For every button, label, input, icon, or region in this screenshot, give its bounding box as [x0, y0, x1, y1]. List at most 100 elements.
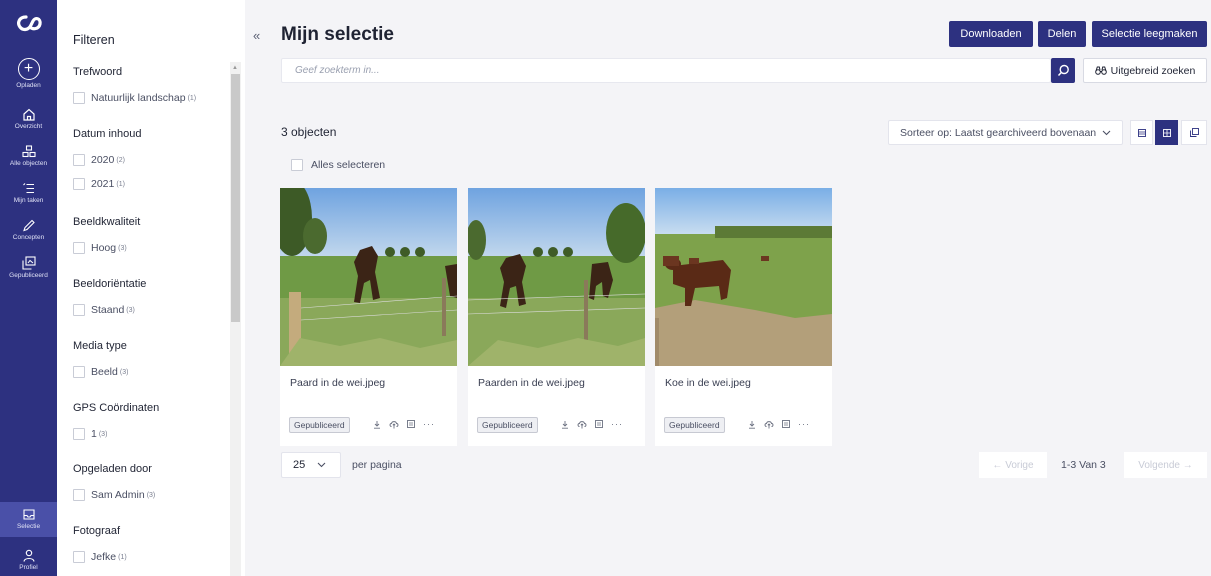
- filter-option[interactable]: 2020 (2): [73, 154, 142, 166]
- collapse-filters-icon[interactable]: «: [253, 28, 260, 43]
- cloud-upload-icon[interactable]: [389, 420, 399, 429]
- nav-concepts[interactable]: Concepten: [0, 219, 57, 242]
- filter-group-title: Trefwoord: [73, 66, 123, 78]
- tasks-icon: [22, 183, 34, 194]
- asset-name: Paarden in de wei.jpeg: [478, 377, 585, 389]
- checkbox[interactable]: [73, 366, 85, 378]
- checkbox[interactable]: [73, 551, 85, 563]
- grid-view-toggle[interactable]: [1155, 120, 1178, 145]
- filter-option[interactable]: 2021 (1): [73, 178, 142, 190]
- asset-thumbnail[interactable]: [655, 188, 832, 366]
- pagination-info: 1-3 Van 3: [1061, 459, 1106, 471]
- app-logo[interactable]: [14, 12, 44, 36]
- nav-overview[interactable]: Overzicht: [0, 108, 57, 131]
- checkbox[interactable]: [73, 489, 85, 501]
- asset-actions: ···: [561, 419, 623, 429]
- filter-group-title: Beeldoriëntatie: [73, 278, 147, 290]
- nav-my-tasks[interactable]: Mijn taken: [0, 182, 57, 205]
- checkbox[interactable]: [73, 154, 85, 166]
- selection-icon[interactable]: [407, 420, 415, 428]
- filter-group-title: Datum inhoud: [73, 128, 142, 140]
- scroll-thumb[interactable]: [231, 74, 240, 322]
- asset-card[interactable]: Paard in de wei.jpeg Gepubliceerd ···: [280, 188, 457, 446]
- next-page-button[interactable]: Volgende →: [1124, 452, 1207, 478]
- nav-published[interactable]: Gepubliceerd: [0, 256, 57, 280]
- filter-option[interactable]: Jefke (1): [73, 551, 127, 563]
- published-icon: [21, 256, 36, 270]
- filter-panel: Filteren Trefwoord Natuurlijk landschap(…: [57, 0, 245, 576]
- checkbox[interactable]: [73, 92, 85, 104]
- asset-actions: ···: [373, 419, 435, 429]
- checkbox[interactable]: [291, 159, 303, 171]
- filter-group-media-type: Media type Beeld (3): [73, 340, 128, 378]
- nav-profile[interactable]: Profiel: [0, 549, 57, 572]
- search-field: [281, 58, 1051, 83]
- asset-thumbnail[interactable]: [468, 188, 645, 366]
- nav-selection[interactable]: Selectie: [0, 502, 57, 537]
- scroll-up-arrow-icon[interactable]: ▲: [232, 65, 238, 71]
- filter-group-title: Media type: [73, 340, 127, 352]
- filter-option[interactable]: 1 (3): [73, 428, 159, 440]
- advanced-search-button[interactable]: Uitgebreid zoeken: [1083, 58, 1207, 83]
- nav-upload[interactable]: + Opladen: [0, 58, 57, 90]
- selection-icon[interactable]: [595, 420, 603, 428]
- pencil-icon: [22, 219, 35, 232]
- sort-dropdown[interactable]: Sorteer op: Laatst gearchiveerd bovenaan: [888, 120, 1123, 145]
- filter-group-uploaded-by: Opgeladen door Sam Admin (3): [73, 463, 155, 501]
- filter-group-title: Opgeladen door: [73, 463, 152, 475]
- select-all-checkbox[interactable]: Alles selecteren: [291, 159, 385, 171]
- previous-page-button[interactable]: ← Vorige: [979, 452, 1047, 478]
- chevron-down-icon: [317, 462, 326, 468]
- asset-card[interactable]: Koe in de wei.jpeg Gepubliceerd ···: [655, 188, 832, 446]
- checkbox[interactable]: [73, 304, 85, 316]
- list-view-icon: [1137, 128, 1146, 137]
- page-title: Mijn selectie: [281, 24, 394, 45]
- asset-name: Paard in de wei.jpeg: [290, 377, 386, 389]
- filter-option[interactable]: Hoog (3): [73, 242, 140, 254]
- download-icon[interactable]: [748, 420, 756, 429]
- status-badge: Gepubliceerd: [664, 417, 725, 433]
- clear-selection-button[interactable]: Selectie leegmaken: [1092, 21, 1207, 47]
- user-icon: [22, 549, 35, 562]
- asset-card[interactable]: Paarden in de wei.jpeg Gepubliceerd ···: [468, 188, 645, 446]
- selection-icon[interactable]: [782, 420, 790, 428]
- chevron-down-icon: [1102, 130, 1111, 135]
- nav-all-objects[interactable]: Alle objecten: [0, 145, 57, 168]
- filter-group-title: Beeldkwaliteit: [73, 216, 141, 228]
- more-options-icon[interactable]: ···: [611, 419, 623, 429]
- filter-option[interactable]: Staand (3): [73, 304, 146, 316]
- asset-thumbnail[interactable]: [280, 188, 457, 366]
- filter-option[interactable]: Beeld (3): [73, 366, 128, 378]
- checkbox[interactable]: [73, 428, 85, 440]
- checkbox[interactable]: [73, 178, 85, 190]
- gallery-view-toggle[interactable]: [1181, 120, 1207, 145]
- search-input[interactable]: [282, 59, 1050, 82]
- per-page-label: per pagina: [352, 459, 402, 471]
- filter-group-title: GPS Coördinaten: [73, 402, 160, 414]
- filter-group-quality: Beeldkwaliteit Hoog (3): [73, 216, 140, 254]
- share-button[interactable]: Delen: [1038, 21, 1086, 47]
- filter-group-title: Fotograaf: [73, 525, 121, 537]
- main-nav-rail: + Opladen Overzicht Alle objecten Mijn t…: [0, 0, 57, 576]
- filter-option[interactable]: Sam Admin (3): [73, 489, 155, 501]
- more-options-icon[interactable]: ···: [798, 419, 810, 429]
- download-button[interactable]: Downloaden: [949, 21, 1033, 47]
- search-button[interactable]: [1051, 58, 1075, 83]
- status-badge: Gepubliceerd: [289, 417, 350, 433]
- cloud-upload-icon[interactable]: [764, 420, 774, 429]
- download-icon[interactable]: [561, 420, 569, 429]
- search-icon: [1057, 64, 1069, 77]
- selection-tray-icon: [22, 509, 35, 520]
- home-icon: [22, 108, 35, 121]
- more-options-icon[interactable]: ···: [423, 419, 435, 429]
- cloud-upload-icon[interactable]: [577, 420, 587, 429]
- filter-scrollbar[interactable]: ▲: [230, 62, 241, 576]
- checkbox[interactable]: [73, 242, 85, 254]
- download-icon[interactable]: [373, 420, 381, 429]
- filter-option[interactable]: Natuurlijk landschap (1): [73, 92, 196, 104]
- per-page-select[interactable]: 25: [281, 452, 341, 478]
- status-badge: Gepubliceerd: [477, 417, 538, 433]
- asset-name: Koe in de wei.jpeg: [665, 377, 751, 389]
- list-view-toggle[interactable]: [1130, 120, 1153, 145]
- filter-group-photographer: Fotograaf Jefke (1): [73, 525, 127, 563]
